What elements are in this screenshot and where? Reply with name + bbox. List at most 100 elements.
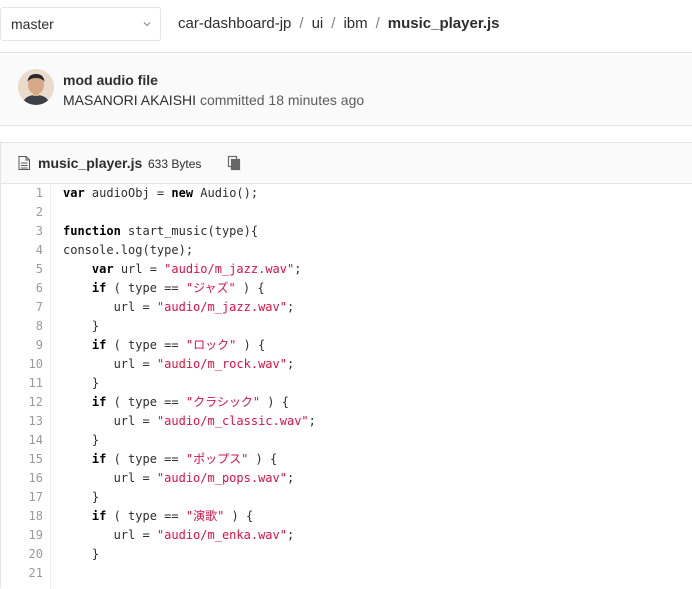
commit-meta: MASANORI AKAISHI committed 18 minutes ag… — [63, 92, 364, 108]
line-number[interactable]: 12 — [1, 393, 43, 412]
code-token: } — [63, 547, 100, 561]
string-token: "演歌" — [185, 509, 225, 523]
keyword-token: if — [91, 509, 107, 523]
keyword-token: function — [63, 224, 121, 238]
line-number[interactable]: 18 — [1, 507, 43, 526]
code-token: ) { — [260, 395, 289, 409]
code-line: 8 } — [1, 317, 692, 336]
code-line: 18 if ( type == "演歌" ) { — [1, 507, 692, 526]
line-number[interactable]: 21 — [1, 564, 43, 583]
keyword-token: new — [171, 186, 194, 200]
code-token: url = — [113, 262, 165, 276]
breadcrumb-dir-ibm-link[interactable]: ibm — [343, 15, 367, 32]
code-line: 4 console.log(type); — [1, 241, 692, 260]
line-code: if ( type == "ポップス" ) { — [63, 450, 277, 469]
code-token: ) { — [236, 338, 266, 352]
line-number[interactable]: 4 — [1, 241, 43, 260]
code-token: } — [63, 319, 100, 333]
line-code: url = "audio/m_pops.wav"; — [63, 469, 295, 488]
code-token: } — [63, 490, 100, 504]
line-number[interactable]: 11 — [1, 374, 43, 393]
line-number[interactable]: 5 — [1, 260, 43, 279]
line-code: url = "audio/m_rock.wav"; — [63, 355, 295, 374]
line-number[interactable]: 7 — [1, 298, 43, 317]
code-token: ( type == — [106, 452, 186, 466]
code-token: ; — [286, 357, 295, 371]
keyword-token: if — [91, 452, 107, 466]
keyword-token: var — [91, 262, 114, 276]
code-token: url = — [63, 300, 157, 314]
code-line: 10 url = "audio/m_rock.wav"; — [1, 355, 692, 374]
line-number[interactable]: 6 — [1, 279, 43, 298]
line-number[interactable]: 19 — [1, 526, 43, 545]
code-line: 3 function start_music(type){ — [1, 222, 692, 241]
code-token: Audio(); — [193, 186, 259, 200]
keyword-token: if — [91, 395, 107, 409]
code-line: 16 url = "audio/m_pops.wav"; — [1, 469, 692, 488]
line-number[interactable]: 1 — [1, 184, 43, 203]
branch-selector[interactable]: master — [0, 7, 161, 41]
avatar[interactable] — [18, 69, 54, 105]
commit-time: 18 minutes ago — [268, 92, 365, 108]
line-code: if ( type == "ロック" ) { — [63, 336, 265, 355]
line-number[interactable]: 15 — [1, 450, 43, 469]
code-line: 12 if ( type == "クラシック" ) { — [1, 393, 692, 412]
line-code: } — [63, 545, 99, 564]
code-token: ( type == — [106, 281, 186, 295]
code-line: 1 var audioObj = new Audio(); — [1, 184, 692, 203]
file-icon — [18, 156, 30, 170]
line-number[interactable]: 9 — [1, 336, 43, 355]
code-token: ) { — [248, 452, 278, 466]
code-view: 1 var audioObj = new Audio(); 2 3 function s… — [1, 184, 692, 589]
code-token: url = — [63, 357, 157, 371]
code-line: 19 url = "audio/m_enka.wav"; — [1, 526, 692, 545]
line-number[interactable]: 10 — [1, 355, 43, 374]
code-line: 17 } — [1, 488, 692, 507]
breadcrumb-separator: / — [331, 15, 336, 32]
line-code: console.log(type); — [63, 241, 193, 260]
line-number[interactable]: 8 — [1, 317, 43, 336]
code-token: ; — [286, 528, 295, 542]
code-line: 11 } — [1, 374, 692, 393]
line-code: url = "audio/m_classic.wav"; — [63, 412, 316, 431]
breadcrumb-dir-ui-link[interactable]: ui — [312, 15, 324, 32]
code-line: 7 url = "audio/m_jazz.wav"; — [1, 298, 692, 317]
string-token: "クラシック" — [185, 395, 261, 409]
keyword-token: if — [91, 281, 107, 295]
file-name: music_player.js — [38, 155, 143, 171]
commit-author-link[interactable]: MASANORI AKAISHI — [63, 92, 196, 108]
line-number[interactable]: 16 — [1, 469, 43, 488]
string-token: "ロック" — [185, 338, 237, 352]
commit-action: committed — [199, 92, 265, 108]
line-number[interactable]: 14 — [1, 431, 43, 450]
breadcrumb-file-link[interactable]: music_player.js — [388, 15, 500, 32]
line-number[interactable]: 2 — [1, 203, 43, 222]
code-token: start_music(type){ — [120, 224, 259, 238]
code-token: url = — [63, 414, 157, 428]
code-token: url = — [63, 528, 157, 542]
breadcrumb-repo-link[interactable]: car-dashboard-jp — [178, 15, 291, 32]
line-number[interactable]: 13 — [1, 412, 43, 431]
code-token: } — [63, 433, 100, 447]
line-code: url = "audio/m_jazz.wav"; — [63, 298, 295, 317]
line-code: if ( type == "ジャズ" ) { — [63, 279, 265, 298]
string-token: "audio/m_jazz.wav" — [156, 300, 287, 314]
line-code: if ( type == "クラシック" ) { — [63, 393, 289, 412]
line-code: } — [63, 488, 99, 507]
keyword-token: if — [91, 338, 107, 352]
keyword-token: var — [63, 186, 85, 200]
code-token: ( type == — [106, 395, 186, 409]
breadcrumb-separator: / — [375, 15, 380, 32]
line-number[interactable]: 17 — [1, 488, 43, 507]
string-token: "audio/m_rock.wav" — [156, 357, 287, 371]
code-line: 2 — [1, 203, 692, 222]
code-token: ) { — [224, 509, 254, 523]
line-number[interactable]: 3 — [1, 222, 43, 241]
line-number[interactable]: 20 — [1, 545, 43, 564]
copy-icon[interactable] — [226, 155, 242, 171]
code-token: ( type == — [106, 338, 186, 352]
commit-title-link[interactable]: mod audio file — [63, 72, 158, 88]
